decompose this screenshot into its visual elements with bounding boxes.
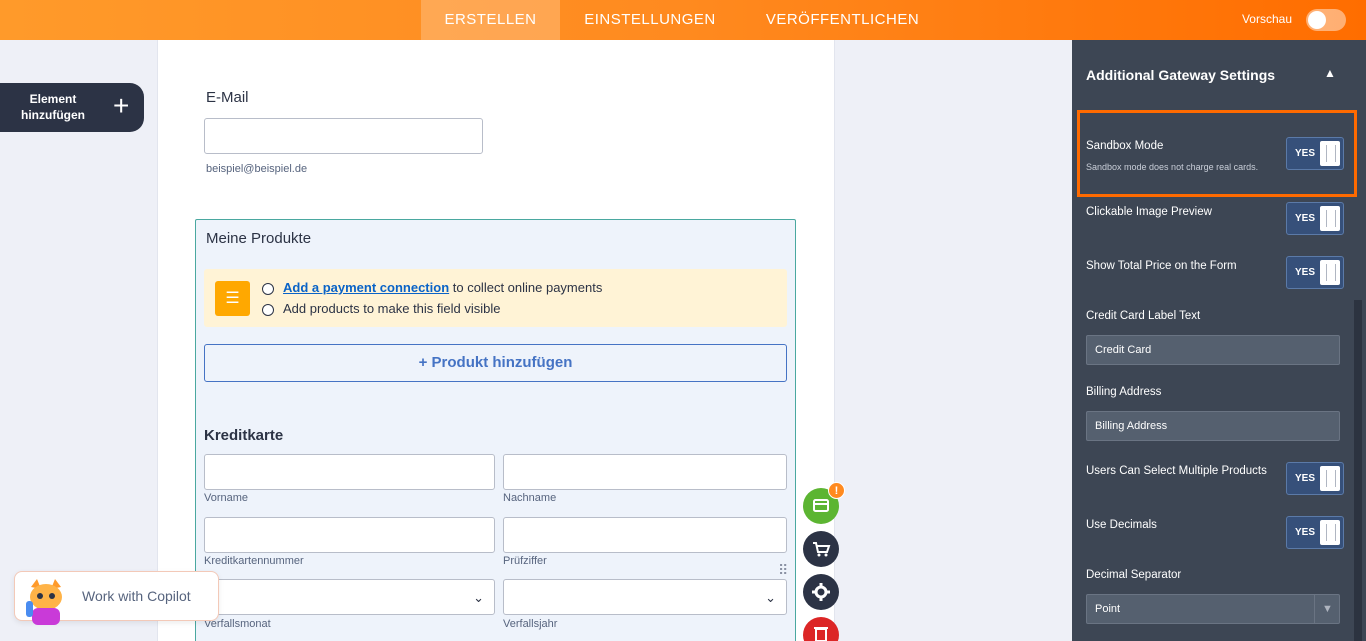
delete-field-button[interactable] bbox=[803, 617, 839, 641]
chevron-down-icon[interactable]: ▼ bbox=[1314, 594, 1340, 624]
email-field[interactable] bbox=[204, 118, 483, 154]
tab-einstellungen[interactable]: EINSTELLUNGEN bbox=[571, 0, 729, 40]
add-element-button[interactable]: Element hinzufügen + bbox=[0, 83, 144, 132]
exp-month-select[interactable]: ⌄ bbox=[204, 579, 495, 615]
email-label: E-Mail bbox=[206, 89, 249, 106]
credit-card-heading: Kreditkarte bbox=[204, 427, 284, 444]
multiple-products-label: Users Can Select Multiple Products bbox=[1086, 465, 1267, 477]
decimal-separator-select[interactable]: Point bbox=[1086, 594, 1340, 624]
toggle-knob bbox=[1320, 206, 1340, 231]
first-name-field[interactable] bbox=[204, 454, 495, 490]
chevron-down-icon: ⌄ bbox=[473, 590, 484, 605]
clickable-image-preview-toggle[interactable]: YES bbox=[1286, 202, 1344, 235]
radio-icon bbox=[262, 283, 274, 295]
email-sublabel: beispiel@beispiel.de bbox=[206, 163, 308, 175]
credit-card-label-title: Credit Card Label Text bbox=[1086, 310, 1201, 322]
trash-icon bbox=[814, 627, 828, 641]
billing-address-input[interactable]: Billing Address bbox=[1086, 411, 1340, 441]
add-element-label: Element hinzufügen bbox=[21, 92, 85, 122]
toggle-knob bbox=[1320, 260, 1340, 285]
exp-year-sublabel: Verfallsjahr bbox=[503, 618, 558, 630]
cvv-field[interactable] bbox=[503, 517, 787, 553]
cart-button[interactable] bbox=[803, 531, 839, 567]
products-title: Meine Produkte bbox=[206, 230, 312, 247]
tab-erstellen[interactable]: ERSTELLEN bbox=[421, 0, 560, 40]
toggle-yes-label: YES bbox=[1295, 527, 1316, 538]
toggle-yes-label: YES bbox=[1295, 473, 1316, 484]
show-total-price-toggle[interactable]: YES bbox=[1286, 256, 1344, 289]
panel-scrollbar[interactable] bbox=[1354, 300, 1362, 641]
toggle-knob bbox=[1308, 11, 1326, 29]
use-decimals-toggle[interactable]: YES bbox=[1286, 516, 1344, 549]
credit-card-label-input[interactable]: Credit Card bbox=[1086, 335, 1340, 365]
billing-address-title: Billing Address bbox=[1086, 386, 1162, 398]
notice-line-1-rest: to collect online payments bbox=[449, 280, 603, 295]
payment-connection-link[interactable]: Add a payment connection bbox=[283, 280, 449, 295]
chevron-down-icon: ⌄ bbox=[765, 590, 776, 605]
cart-icon bbox=[813, 542, 831, 557]
card-number-field[interactable] bbox=[204, 517, 495, 553]
copilot-button[interactable]: Work with Copilot bbox=[14, 571, 219, 625]
copilot-avatar-icon bbox=[26, 579, 62, 625]
radio-icon bbox=[262, 304, 274, 316]
show-total-price-label: Show Total Price on the Form bbox=[1086, 260, 1237, 272]
add-product-button[interactable]: + Produkt hinzufügen bbox=[204, 344, 787, 382]
toggle-knob bbox=[1320, 466, 1340, 491]
exp-year-select[interactable]: ⌄ bbox=[503, 579, 787, 615]
gear-icon bbox=[812, 583, 830, 601]
last-name-field[interactable] bbox=[503, 454, 787, 490]
first-name-sublabel: Vorname bbox=[204, 492, 249, 504]
field-settings-button[interactable] bbox=[803, 574, 839, 610]
checklist-icon: ☰ bbox=[215, 281, 250, 316]
toggle-yes-label: YES bbox=[1295, 213, 1316, 224]
multiple-products-toggle[interactable]: YES bbox=[1286, 462, 1344, 495]
copilot-label: Work with Copilot bbox=[82, 588, 191, 604]
cvv-sublabel: Prüfziffer bbox=[503, 555, 547, 567]
notice-line-2: Add products to make this field visible bbox=[283, 301, 501, 316]
top-bar: ERSTELLEN EINSTELLUNGEN VERÖFFENTLICHEN … bbox=[0, 0, 1366, 40]
payment-notice: ☰ Add a payment connection to collect on… bbox=[204, 269, 787, 327]
panel-title: Additional Gateway Settings bbox=[1086, 67, 1276, 83]
preview-label: Vorschau bbox=[1241, 12, 1292, 26]
preview-toggle[interactable] bbox=[1306, 9, 1346, 31]
tab-veroeffentlichen[interactable]: VERÖFFENTLICHEN bbox=[752, 0, 933, 40]
notice-line-1: Add a payment connection to collect onli… bbox=[283, 280, 602, 295]
card-number-sublabel: Kreditkartennummer bbox=[204, 555, 304, 567]
drag-handle-icon[interactable]: ⠿ bbox=[778, 563, 788, 582]
sandbox-highlight-box bbox=[1077, 110, 1357, 197]
use-decimals-label: Use Decimals bbox=[1086, 519, 1157, 531]
toggle-yes-label: YES bbox=[1295, 267, 1316, 278]
decimal-separator-title: Decimal Separator bbox=[1086, 569, 1182, 581]
clickable-image-preview-label: Clickable Image Preview bbox=[1086, 206, 1212, 218]
toggle-knob bbox=[1320, 520, 1340, 545]
collapse-icon[interactable]: ▲ bbox=[1324, 66, 1336, 80]
warning-badge: ! bbox=[828, 482, 845, 499]
last-name-sublabel: Nachname bbox=[503, 492, 557, 504]
plus-icon: + bbox=[113, 90, 130, 121]
